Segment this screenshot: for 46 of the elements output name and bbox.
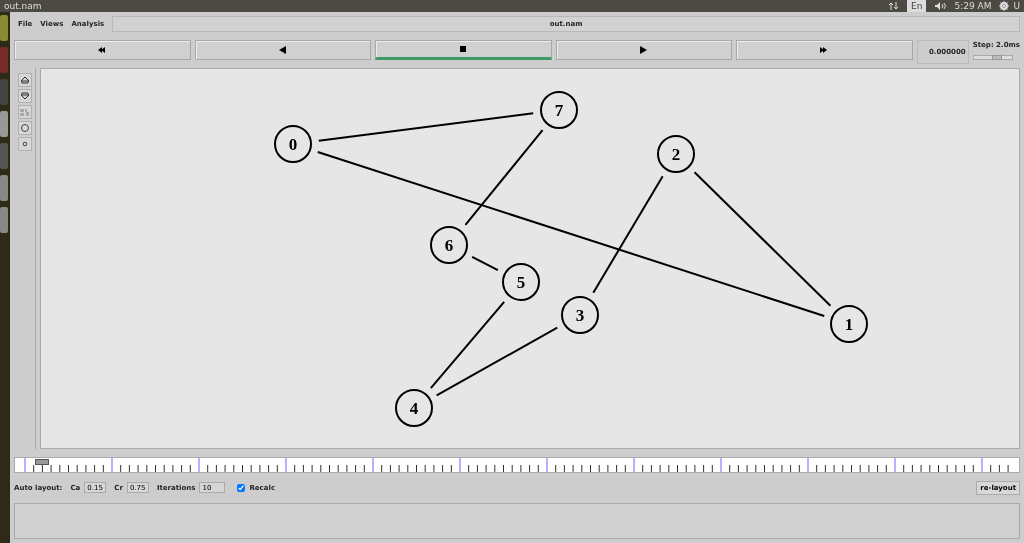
small-node-button[interactable]	[18, 137, 32, 151]
launcher-icon[interactable]	[0, 15, 8, 41]
circle-icon	[20, 123, 30, 133]
network-node[interactable]: 7	[540, 91, 578, 129]
network-icon[interactable]	[889, 1, 899, 11]
rewind-button[interactable]	[14, 40, 191, 60]
recalc-checkbox[interactable]	[237, 483, 246, 492]
node-button[interactable]	[18, 121, 32, 135]
launcher-icon[interactable]	[0, 175, 8, 201]
network-node[interactable]: 5	[502, 263, 540, 301]
launcher-icon[interactable]	[0, 143, 8, 169]
zoom-out-icon	[20, 91, 30, 101]
zoom-in-icon	[20, 75, 30, 85]
launcher-icon[interactable]	[0, 47, 8, 73]
play-button[interactable]	[555, 40, 733, 60]
gear-icon[interactable]	[999, 1, 1010, 11]
app-title: out.nam	[4, 0, 42, 12]
reverse-icon	[278, 46, 288, 54]
step-slider[interactable]	[972, 54, 1013, 60]
network-node[interactable]: 4	[395, 389, 433, 427]
network-node[interactable]: 3	[561, 296, 599, 334]
fast-forward-button[interactable]	[736, 40, 913, 60]
volume-icon[interactable]	[934, 1, 947, 11]
user-name[interactable]: U	[1013, 0, 1020, 12]
network-node[interactable]: 1	[830, 305, 868, 343]
launcher-icon[interactable]	[0, 79, 8, 105]
text-area[interactable]	[14, 503, 1020, 539]
play-icon	[639, 46, 649, 54]
slider-thumb[interactable]	[991, 54, 1002, 60]
network-node[interactable]: 2	[657, 135, 695, 173]
rewind-icon	[97, 46, 107, 54]
stop-icon	[458, 45, 468, 53]
launcher-icon[interactable]	[0, 111, 8, 137]
timeline-thumb[interactable]	[35, 458, 50, 465]
network-node[interactable]: 6	[430, 226, 468, 264]
stop-button[interactable]	[375, 40, 552, 60]
clock[interactable]: 5:29 AM	[954, 0, 992, 12]
network-node[interactable]: 0	[274, 125, 312, 163]
grid-icon	[20, 107, 30, 117]
zoom-in-button[interactable]	[18, 73, 32, 87]
reverse-button[interactable]	[194, 40, 372, 60]
zoom-out-button[interactable]	[18, 89, 32, 103]
launcher-icon[interactable]	[0, 207, 8, 233]
circle-icon	[20, 139, 30, 149]
fast-forward-icon	[819, 46, 829, 54]
keyboard-indicator[interactable]: En	[907, 0, 927, 12]
